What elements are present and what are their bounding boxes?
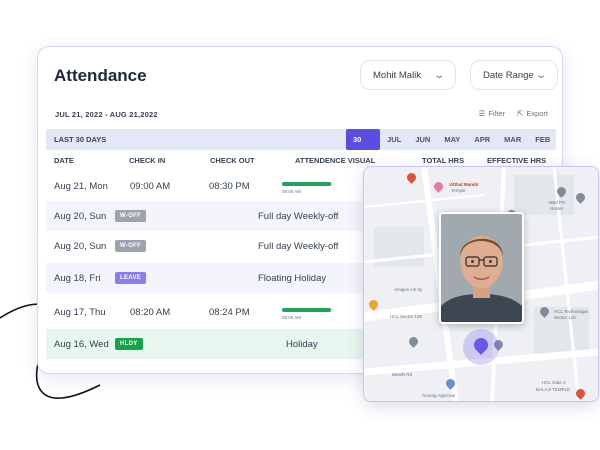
date-range-dropdown-label: Date Range bbox=[483, 69, 534, 81]
tab-jul[interactable]: JUL bbox=[380, 129, 408, 150]
attendance-bar bbox=[282, 308, 334, 312]
row-date: Aug 16, Wed bbox=[54, 339, 109, 350]
date-range-dropdown[interactable]: Date Range ⌄ bbox=[470, 60, 558, 90]
row-note: Holiday bbox=[286, 339, 318, 350]
column-effective-hrs: EFFECTIVE HRS bbox=[487, 156, 547, 165]
row-date: Aug 21, Mon bbox=[54, 181, 108, 192]
map-label-abm: ABM PG bbox=[548, 200, 566, 205]
row-check-out: 08:24 PM bbox=[209, 307, 250, 318]
attendance-bar bbox=[282, 182, 334, 186]
attendance-bar-fill bbox=[282, 308, 332, 312]
column-check-out: CHECK OUT bbox=[210, 156, 255, 165]
attendance-bar-start: 09:00 AM bbox=[282, 189, 302, 194]
column-attendence-visual: ATTENDENCE VISUAL bbox=[295, 156, 376, 165]
weekly-off-badge: W-OFF bbox=[115, 210, 147, 222]
export-button[interactable]: ⇱ Export bbox=[517, 109, 548, 118]
row-date: Aug 17, Thu bbox=[54, 307, 106, 318]
map-label-hcl-gate: HCL Gate 2 bbox=[542, 380, 566, 385]
attendance-bar-start: 08:00 AM bbox=[282, 315, 302, 320]
map-label-balaji: BALAJI TEMPLE bbox=[536, 387, 571, 392]
tab-mar[interactable]: MAR bbox=[497, 129, 528, 150]
row-check-out: 08:30 PM bbox=[209, 181, 250, 192]
chevron-down-icon: ⌄ bbox=[432, 69, 445, 81]
map-label-abm-sub: Hostel bbox=[550, 206, 563, 211]
employee-face-image bbox=[441, 214, 522, 322]
chevron-down-icon: ⌄ bbox=[534, 69, 547, 81]
employee-dropdown[interactable]: Mohit Malik ⌄ bbox=[360, 60, 456, 90]
export-label: Export bbox=[526, 109, 548, 118]
row-check-in: 08:20 AM bbox=[130, 307, 171, 318]
column-total-hrs: TOTAL HRS bbox=[422, 156, 465, 165]
row-note: Full day Weekly-off bbox=[258, 241, 339, 252]
tab-apr[interactable]: APR bbox=[467, 129, 497, 150]
tab-may[interactable]: MAY bbox=[437, 129, 467, 150]
map-label-arunag: Arunag Approval bbox=[422, 393, 456, 398]
map-label-hcl126: HCL Sector 126 bbox=[390, 314, 422, 319]
holiday-badge: HLDY bbox=[115, 338, 143, 350]
row-date: Aug 20, Sun bbox=[54, 211, 107, 222]
tab-30-days[interactable]: 30 DAYS bbox=[346, 129, 381, 165]
row-date: Aug 20, Sun bbox=[54, 241, 107, 252]
period-tabs: 30 DAYS JUL JUN MAY APR MAR FEB bbox=[346, 129, 557, 165]
map-label-vitthal: Vitthal Mandir bbox=[449, 182, 479, 187]
tab-feb[interactable]: FEB bbox=[528, 129, 557, 150]
tab-jun[interactable]: JUN bbox=[408, 129, 437, 150]
map-label-hcl-tech: HCL Technologie bbox=[554, 309, 589, 314]
range-bar-label: LAST 30 DAYS bbox=[54, 135, 107, 144]
row-date: Aug 18, Fri bbox=[54, 273, 101, 284]
column-check-in: CHECK IN bbox=[129, 156, 166, 165]
leave-badge: LEAVE bbox=[115, 272, 147, 284]
attendance-bar-fill bbox=[282, 182, 332, 186]
map-label-amigos: Amigos inn by bbox=[394, 287, 423, 292]
column-date: DATE bbox=[54, 156, 74, 165]
row-note: Floating Holiday bbox=[258, 273, 327, 284]
filter-button[interactable]: ☰ Filter bbox=[479, 109, 505, 118]
map-label-hcl-tech-sub: Sector 126 bbox=[554, 315, 576, 320]
export-icon: ⇱ bbox=[517, 109, 524, 118]
filter-label: Filter bbox=[488, 109, 506, 118]
row-check-in: 09:00 AM bbox=[130, 181, 171, 192]
date-range-text: JUL 21, 2022 - AUG 21,2022 bbox=[55, 110, 158, 119]
employee-dropdown-label: Mohit Malik bbox=[373, 69, 422, 81]
weekly-off-badge: W-OFF bbox=[115, 240, 147, 252]
range-bar: LAST 30 DAYS 30 DAYS JUL JUN MAY APR MAR… bbox=[46, 129, 557, 165]
toolbar-actions: ☰ Filter ⇱ Export bbox=[479, 109, 548, 118]
filter-icon: ☰ bbox=[478, 109, 486, 118]
map-label-bandh: Bandh Rd bbox=[392, 372, 413, 377]
employee-photo bbox=[439, 212, 524, 324]
page-title: Attendance bbox=[54, 66, 147, 85]
map-label-vitthal-sub: Temple bbox=[451, 188, 466, 193]
row-note: Full day Weekly-off bbox=[258, 211, 339, 222]
